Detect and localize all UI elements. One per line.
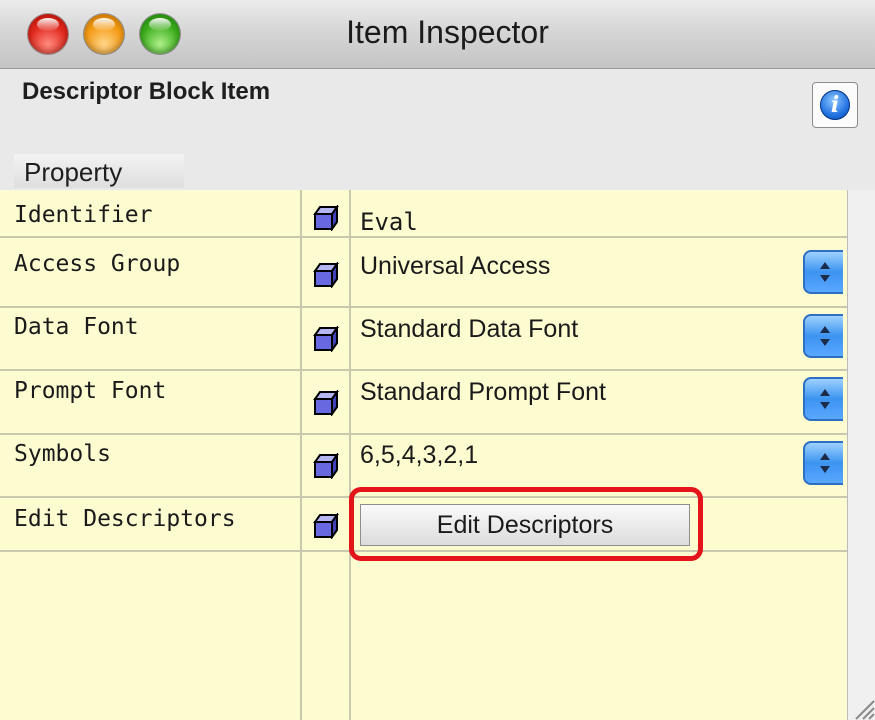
prompt-font-popup[interactable] (803, 377, 843, 421)
access-group-value: Universal Access (360, 252, 551, 280)
window-title: Item Inspector (346, 14, 549, 50)
title-bar[interactable]: Item Inspector (0, 0, 875, 69)
info-button[interactable]: i (812, 82, 858, 128)
row-divider (0, 433, 847, 435)
access-group-popup[interactable] (803, 250, 843, 294)
item-inspector-window: Item Inspector Descriptor Block Item i P… (0, 0, 875, 720)
row-divider (0, 550, 847, 552)
property-column-label: Property (24, 157, 123, 187)
symbols-popup[interactable] (803, 441, 843, 485)
row-label-access-group: Access Group (14, 251, 181, 277)
row-label-prompt-font: Prompt Font (14, 378, 167, 404)
column-divider (300, 190, 302, 720)
row-divider (0, 369, 847, 371)
row-label-data-font: Data Font (14, 314, 139, 340)
cube-icon[interactable] (313, 326, 339, 352)
row-divider (0, 236, 847, 238)
symbols-value: 6,5,4,3,2,1 (360, 441, 479, 469)
info-icon: i (820, 90, 850, 120)
cube-icon[interactable] (313, 513, 339, 539)
row-divider (0, 496, 847, 498)
cube-icon[interactable] (313, 390, 339, 416)
cube-icon[interactable] (313, 205, 339, 231)
resize-grip-icon[interactable] (848, 686, 875, 720)
prompt-font-value: Standard Prompt Font (360, 378, 606, 406)
cube-icon[interactable] (313, 262, 339, 288)
row-label-symbols: Symbols (14, 441, 111, 467)
column-divider (349, 190, 351, 720)
edit-descriptors-button[interactable]: Edit Descriptors (360, 504, 690, 546)
item-type-label: Descriptor Block Item (22, 78, 271, 105)
vertical-scrollbar[interactable] (847, 190, 875, 720)
row-label-edit-descriptors: Edit Descriptors (14, 506, 236, 532)
cube-icon[interactable] (313, 453, 339, 479)
data-font-value: Standard Data Font (360, 315, 579, 343)
row-divider (0, 306, 847, 308)
row-label-identifier: Identifier (14, 202, 153, 228)
property-column-header[interactable]: Property (14, 154, 184, 188)
identifier-field[interactable]: Eval (360, 208, 418, 236)
data-font-popup[interactable] (803, 314, 843, 358)
